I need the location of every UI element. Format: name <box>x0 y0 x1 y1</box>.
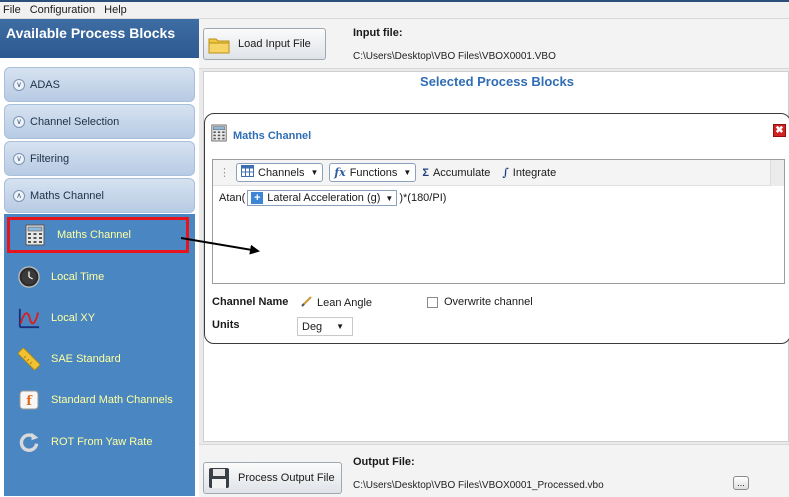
save-disk-icon <box>208 467 230 489</box>
units-label: Units <box>212 319 240 331</box>
output-file-label: Output File: <box>353 456 415 468</box>
integrate-button[interactable]: ∫ Integrate <box>502 166 556 179</box>
chevron-down-icon: ∨ <box>13 78 25 91</box>
calculator-icon <box>211 124 227 145</box>
selected-blocks-panel: Selected Process Blocks Maths Channel ✖ … <box>203 71 789 442</box>
block-label: SAE Standard <box>51 353 121 365</box>
functions-label: Functions <box>349 166 398 179</box>
sidebar: Available Process Blocks ∨ ADAS ∨ Channe… <box>0 19 199 497</box>
menu-bar: File Configuration Help <box>0 2 789 19</box>
clock-icon <box>18 266 40 288</box>
pencil-icon <box>301 296 312 310</box>
function-icon: fx <box>334 166 346 179</box>
xy-graph-icon <box>18 307 40 329</box>
input-file-bar: Load Input File Input file: C:\Users\Des… <box>199 19 789 69</box>
sidebar-title: Available Process Blocks <box>0 19 199 58</box>
category-channel-selection[interactable]: ∨ Channel Selection <box>4 104 195 139</box>
calculator-icon <box>24 224 46 246</box>
category-label: ADAS <box>30 78 60 91</box>
card-title: Maths Channel <box>233 130 312 142</box>
grip-icon: ⋮ <box>219 167 230 179</box>
menu-help[interactable]: Help <box>104 4 127 16</box>
input-file-label: Input file: <box>353 27 403 39</box>
units-value: Deg <box>302 320 323 333</box>
rotate-icon <box>18 431 40 453</box>
chevron-up-icon: ∧ <box>13 189 25 202</box>
formula-prefix: Atan( <box>219 192 246 204</box>
block-label: Local Time <box>51 271 105 283</box>
panel-title: Selected Process Blocks <box>420 74 574 89</box>
block-sae-standard[interactable]: SAE Standard <box>4 339 195 379</box>
chevron-down-icon: ▼ <box>336 322 344 331</box>
main-area: Load Input File Input file: C:\Users\Des… <box>199 19 789 497</box>
menu-configuration[interactable]: Configuration <box>30 4 95 16</box>
integrate-label: Integrate <box>512 166 557 179</box>
output-file-bar: Process Output File Output File: C:\User… <box>199 444 789 497</box>
menu-file[interactable]: File <box>3 4 21 16</box>
category-adas[interactable]: ∨ ADAS <box>4 67 195 102</box>
category-maths-channel[interactable]: ∧ Maths Channel <box>4 178 195 213</box>
chevron-down-icon: ∨ <box>13 115 25 128</box>
ruler-icon <box>18 348 40 370</box>
folder-icon <box>208 33 230 55</box>
formula-toolbar: ⋮ Channels ▼ fx Functions ▼ Σ Accumulate… <box>213 160 771 186</box>
close-icon[interactable]: ✖ <box>773 124 786 137</box>
integral-icon: ∫ <box>502 166 509 179</box>
button-label: Load Input File <box>238 38 311 50</box>
process-block-list: Maths Channel Local Time Local XY SAE St… <box>4 214 195 496</box>
chevron-down-icon: ▼ <box>403 168 412 177</box>
editor-scrollbar[interactable] <box>770 160 784 186</box>
accumulate-label: Accumulate <box>432 166 491 179</box>
browse-output-button[interactable]: ... <box>733 476 749 490</box>
block-label: ROT From Yaw Rate <box>51 436 153 448</box>
chevron-down-icon: ▼ <box>385 193 394 203</box>
plus-icon: + <box>251 192 264 204</box>
channel-name-field[interactable]: Lean Angle <box>301 296 372 310</box>
maths-channel-card: Maths Channel ✖ ⋮ Channels ▼ fx Function… <box>204 113 789 344</box>
table-icon <box>241 165 254 180</box>
channel-name-value: Lean Angle <box>317 297 373 309</box>
block-rot-from-yaw-rate[interactable]: ROT From Yaw Rate <box>4 422 195 462</box>
channel-token-label: Lateral Acceleration (g) <box>267 192 381 204</box>
block-label: Standard Math Channels <box>51 394 173 406</box>
chevron-down-icon: ▼ <box>310 168 319 177</box>
chevron-down-icon: ∨ <box>13 152 25 165</box>
channels-dropdown[interactable]: Channels ▼ <box>236 163 324 182</box>
category-filtering[interactable]: ∨ Filtering <box>4 141 195 176</box>
process-output-file-button[interactable]: Process Output File <box>203 462 342 494</box>
formula-editor[interactable]: ⋮ Channels ▼ fx Functions ▼ Σ Accumulate… <box>212 159 785 284</box>
block-maths-channel[interactable]: Maths Channel <box>7 217 189 253</box>
input-file-path: C:\Users\Desktop\VBO Files\VBOX0001.VBO <box>353 51 556 62</box>
formula-suffix: )*(180/PI) <box>399 192 447 204</box>
functions-dropdown[interactable]: fx Functions ▼ <box>329 163 417 182</box>
category-label: Channel Selection <box>30 115 120 128</box>
overwrite-channel-checkbox[interactable]: Overwrite channel <box>427 296 533 308</box>
accumulate-button[interactable]: Σ Accumulate <box>422 167 490 179</box>
channels-label: Channels <box>258 166 305 179</box>
block-local-time[interactable]: Local Time <box>4 257 195 297</box>
checkbox-box <box>427 296 438 308</box>
sigma-icon: Σ <box>422 166 429 179</box>
block-label: Local XY <box>51 312 96 324</box>
block-local-xy[interactable]: Local XY <box>4 298 195 338</box>
overwrite-label: Overwrite channel <box>444 296 533 308</box>
category-label: Maths Channel <box>30 189 104 202</box>
units-select[interactable]: Deg ▼ <box>297 317 353 336</box>
block-standard-math-channels[interactable]: f Standard Math Channels <box>4 380 195 420</box>
button-label: Process Output File <box>238 472 335 484</box>
channel-name-label: Channel Name <box>212 296 289 308</box>
category-label: Filtering <box>30 152 70 165</box>
output-file-path: C:\Users\Desktop\VBO Files\VBOX0001_Proc… <box>353 480 604 491</box>
function-icon: f <box>18 389 40 411</box>
load-input-file-button[interactable]: Load Input File <box>203 28 326 60</box>
block-label: Maths Channel <box>57 229 131 241</box>
formula-expression[interactable]: Atan( + Lateral Acceleration (g) ▼ )*(18… <box>219 190 446 206</box>
channel-token[interactable]: + Lateral Acceleration (g) ▼ <box>247 190 398 206</box>
